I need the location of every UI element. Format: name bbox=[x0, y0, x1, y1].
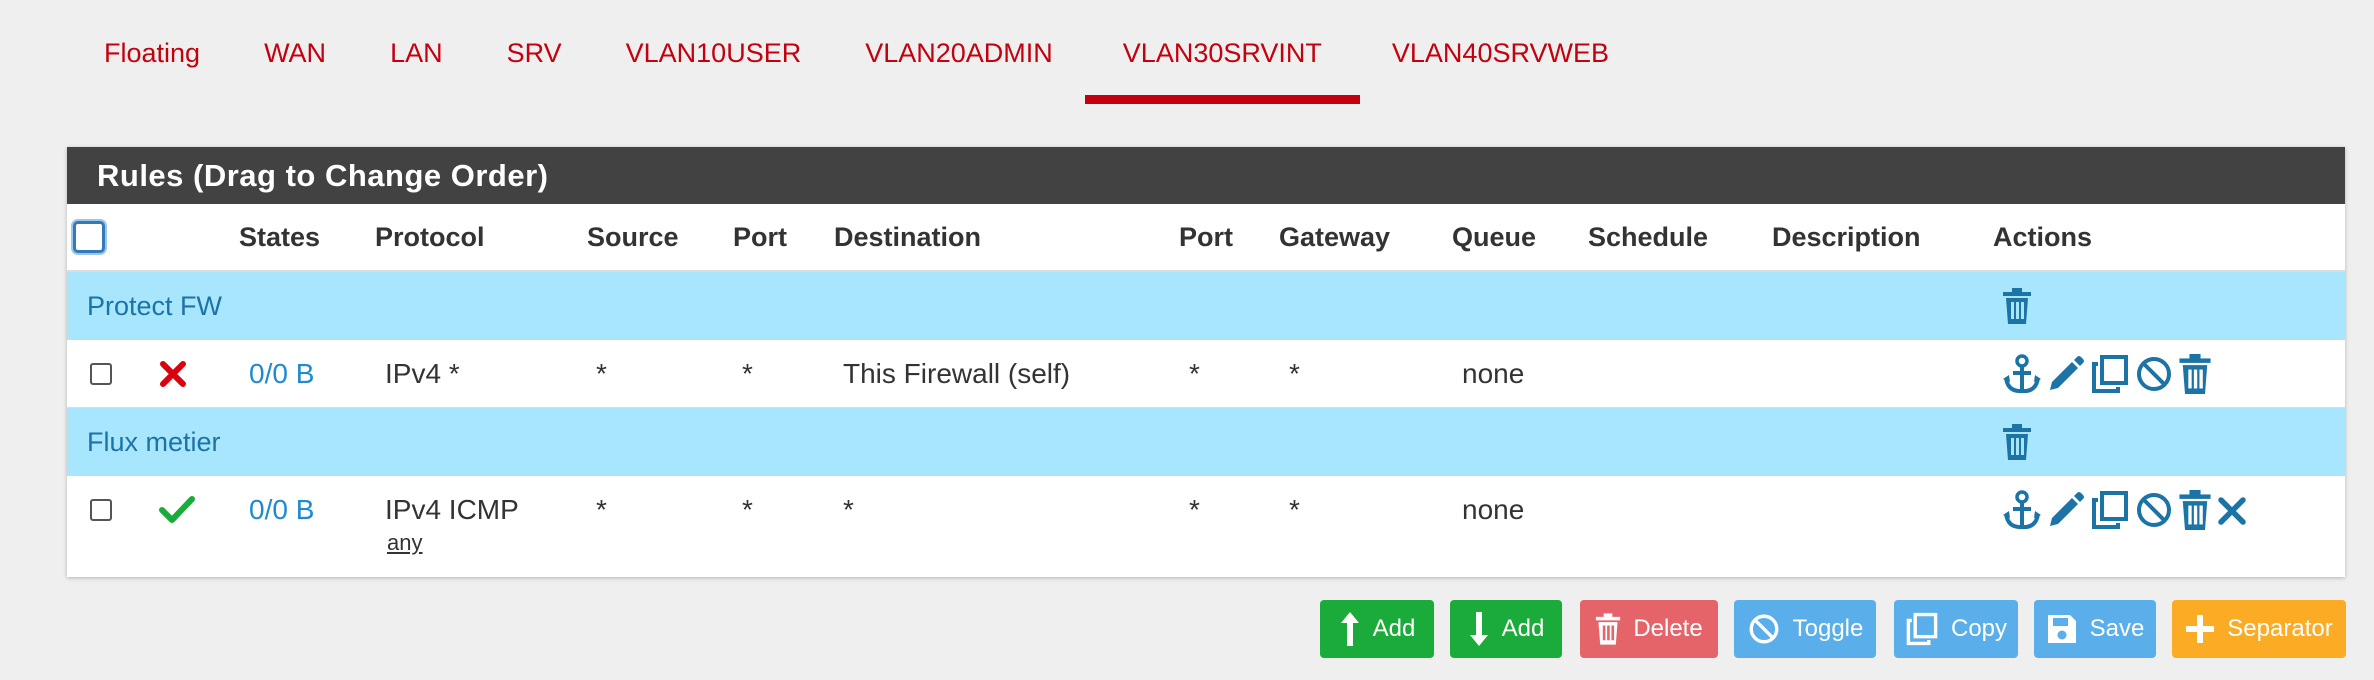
col-gateway[interactable]: Gateway bbox=[1279, 204, 1390, 270]
save-icon bbox=[2047, 615, 2076, 643]
col-source[interactable]: Source bbox=[587, 204, 679, 270]
toggle-label: Toggle bbox=[1792, 615, 1864, 642]
interface-tabs: Floating WAN LAN SRV VLAN10USER VLAN20AD… bbox=[72, 0, 1641, 108]
block-icon[interactable] bbox=[159, 360, 187, 388]
separator-label: Protect FW bbox=[87, 290, 223, 321]
pencil-icon[interactable] bbox=[2046, 354, 2086, 394]
rule-source: * bbox=[596, 493, 607, 525]
pencil-icon[interactable] bbox=[2046, 490, 2086, 530]
copy-icon bbox=[1906, 612, 1938, 646]
trash-icon[interactable] bbox=[2178, 489, 2212, 530]
arrow-up-icon bbox=[1340, 612, 1359, 646]
separator-row[interactable]: Flux metier bbox=[67, 408, 2345, 476]
anchor-icon[interactable] bbox=[2002, 489, 2042, 530]
rule-dport: * bbox=[1189, 493, 1200, 525]
close-icon[interactable] bbox=[2216, 490, 2248, 530]
col-actions: Actions bbox=[1993, 221, 2093, 252]
rules-panel: Rules (Drag to Change Order) States Prot… bbox=[67, 147, 2345, 577]
panel-title: Rules (Drag to Change Order) bbox=[67, 147, 2345, 204]
select-all-checkbox[interactable] bbox=[73, 221, 105, 253]
rule-port: * bbox=[742, 357, 753, 389]
tab-vlan30srvint[interactable]: VLAN30SRVINT bbox=[1084, 0, 1360, 104]
copy-button[interactable]: Copy bbox=[1894, 600, 2018, 658]
save-button[interactable]: Save bbox=[2034, 600, 2156, 658]
copy-icon[interactable] bbox=[2090, 354, 2130, 394]
tab-vlan10user[interactable]: VLAN10USER bbox=[594, 0, 834, 104]
rule-port: * bbox=[742, 493, 753, 525]
delete-button[interactable]: Delete bbox=[1580, 600, 1718, 658]
table-row[interactable]: 0/0 B IPv4 * * * This Firewall (self) * … bbox=[67, 340, 2345, 408]
tab-floating[interactable]: Floating bbox=[72, 0, 232, 104]
copy-label: Copy bbox=[1950, 615, 2008, 642]
rule-protocol: IPv4 * bbox=[385, 357, 460, 389]
col-port[interactable]: Port bbox=[733, 204, 787, 270]
toggle-button[interactable]: Toggle bbox=[1734, 600, 1876, 658]
rule-states[interactable]: 0/0 B bbox=[249, 476, 314, 543]
col-protocol[interactable]: Protocol bbox=[375, 204, 485, 270]
disable-icon[interactable] bbox=[2134, 490, 2174, 530]
rule-destination: This Firewall (self) bbox=[843, 357, 1071, 389]
table-header: States Protocol Source Port Destination … bbox=[67, 204, 2345, 272]
row-checkbox[interactable] bbox=[90, 498, 112, 521]
delete-label: Delete bbox=[1633, 615, 1703, 642]
disable-icon bbox=[1749, 614, 1779, 644]
rule-status bbox=[159, 340, 187, 407]
table-row[interactable]: 0/0 B IPv4 ICMP any * * * * * none bbox=[67, 476, 2345, 575]
separator-delete bbox=[2002, 272, 2032, 340]
select-all-cell bbox=[73, 204, 105, 270]
trash-icon[interactable] bbox=[2002, 424, 2032, 460]
row-select bbox=[90, 476, 112, 543]
rule-queue: none bbox=[1462, 357, 1525, 389]
add-bottom-button[interactable]: Add bbox=[1450, 600, 1562, 658]
add-bottom-label: Add bbox=[1501, 615, 1545, 642]
add-top-button[interactable]: Add bbox=[1320, 600, 1434, 658]
rule-actions bbox=[2002, 340, 2212, 407]
disable-icon[interactable] bbox=[2134, 354, 2174, 394]
rule-protocol-sub[interactable]: any bbox=[387, 530, 422, 556]
separator-label: Separator bbox=[2227, 615, 2333, 642]
rule-dport: * bbox=[1189, 357, 1200, 389]
rule-gateway: * bbox=[1289, 357, 1300, 389]
tab-lan[interactable]: LAN bbox=[358, 0, 475, 104]
trash-icon bbox=[1596, 613, 1621, 645]
save-label: Save bbox=[2089, 615, 2145, 642]
rule-queue: none bbox=[1462, 493, 1525, 525]
rule-states[interactable]: 0/0 B bbox=[249, 340, 314, 407]
col-destination[interactable]: Destination bbox=[834, 204, 981, 270]
copy-icon[interactable] bbox=[2090, 490, 2130, 530]
tab-vlan20admin[interactable]: VLAN20ADMIN bbox=[833, 0, 1085, 104]
arrow-down-icon bbox=[1469, 612, 1488, 646]
col-dport[interactable]: Port bbox=[1179, 204, 1233, 270]
rule-source: * bbox=[596, 357, 607, 389]
rule-destination: * bbox=[843, 493, 854, 525]
tab-wan[interactable]: WAN bbox=[232, 0, 358, 104]
rule-status bbox=[159, 476, 195, 543]
col-description[interactable]: Description bbox=[1772, 204, 1921, 270]
trash-icon[interactable] bbox=[2002, 288, 2032, 324]
plus-icon bbox=[2186, 615, 2215, 643]
rule-gateway: * bbox=[1289, 493, 1300, 525]
check-icon[interactable] bbox=[159, 495, 195, 525]
add-top-label: Add bbox=[1372, 615, 1416, 642]
separator-button[interactable]: Separator bbox=[2172, 600, 2346, 658]
separator-delete bbox=[2002, 408, 2032, 476]
row-checkbox[interactable] bbox=[90, 362, 112, 385]
col-queue[interactable]: Queue bbox=[1452, 204, 1536, 270]
tab-srv[interactable]: SRV bbox=[475, 0, 594, 104]
col-schedule[interactable]: Schedule bbox=[1588, 204, 1708, 270]
tab-vlan40srvweb[interactable]: VLAN40SRVWEB bbox=[1360, 0, 1641, 104]
rule-actions bbox=[2002, 476, 2248, 543]
col-states[interactable]: States bbox=[239, 204, 320, 270]
row-select bbox=[90, 340, 112, 407]
separator-label: Flux metier bbox=[87, 426, 221, 457]
separator-row[interactable]: Protect FW bbox=[67, 272, 2345, 340]
trash-icon[interactable] bbox=[2178, 353, 2212, 394]
anchor-icon[interactable] bbox=[2002, 353, 2042, 394]
